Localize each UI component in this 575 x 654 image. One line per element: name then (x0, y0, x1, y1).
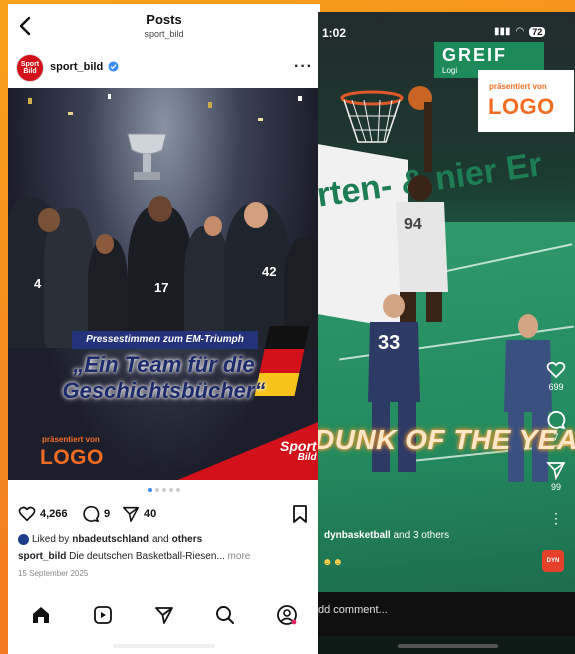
top-bar: Posts sport_bild (8, 4, 320, 48)
reel-liked-by: dynbasketball and 3 others (324, 530, 449, 541)
liked-by-and: and (151, 534, 169, 545)
post-username[interactable]: sport_bild (50, 61, 103, 73)
comment-icon (547, 411, 566, 430)
reel-like-count: 699 (548, 382, 564, 392)
player-head (244, 202, 268, 228)
defender-player (368, 294, 420, 472)
more-options-icon[interactable]: ··· (294, 58, 313, 76)
confetti (68, 112, 73, 115)
reel-liked-by-rest: and 3 others (393, 530, 450, 541)
bookmark-icon[interactable] (292, 505, 308, 523)
post-image[interactable]: 4 17 42 Pressestimmen zum EM-Triumph „Ei… (8, 88, 320, 480)
carousel-dot (155, 488, 159, 492)
confetti (258, 118, 263, 121)
liked-by-others[interactable]: others (172, 534, 203, 545)
player-head (204, 216, 222, 236)
send-icon (123, 506, 139, 522)
reel-share-button[interactable]: 99 (544, 460, 568, 492)
caption-text: Die deutschen Basketball-Riesen... (69, 551, 225, 562)
home-icon[interactable] (30, 604, 52, 626)
video-overlay-text: DUNK OF THE YEAR?! (318, 424, 575, 455)
jersey-number: 4 (34, 276, 42, 291)
instagram-post-screen: Posts sport_bild Sport Bild sport_bild ·… (8, 4, 320, 654)
send-icon[interactable] (153, 604, 175, 626)
send-icon (546, 462, 566, 480)
reel-comment-button[interactable]: 7 (544, 410, 568, 442)
reel-liked-by-user[interactable]: dynbasketball (324, 530, 391, 541)
confetti (28, 98, 32, 104)
jersey-number: 17 (154, 280, 169, 295)
bottom-tab-bar (8, 598, 320, 634)
confetti (298, 96, 302, 101)
player-head (148, 196, 172, 222)
liked-by: Liked by nbadeutschland and others (18, 534, 202, 545)
reel-video-screen[interactable]: rten- & nier Er GREIF Logi 1:02 ▮▮▮ ◠ 72… (318, 12, 575, 654)
presented-by-label: präsentiert von (489, 82, 547, 91)
status-time: 1:02 (322, 26, 347, 40)
liked-by-prefix: Liked by (32, 534, 70, 545)
image-headline: „Ein Team für die Geschichtsbücher“ (62, 352, 266, 403)
sport-bild-logo: Sport Bild (280, 438, 317, 464)
heart-icon (18, 506, 36, 522)
jersey-number: 33 (378, 332, 401, 354)
search-icon[interactable] (214, 604, 236, 626)
reel-like-button[interactable]: 699 (544, 360, 568, 392)
profile-icon[interactable] (276, 604, 298, 626)
jersey-number: 94 (404, 216, 422, 233)
comment-bar: dd comment... (318, 592, 575, 636)
battery-level: 72 (529, 26, 546, 37)
post-caption: sport_bild Die deutschen Basketball-Ries… (18, 551, 250, 562)
share-button[interactable]: 40 (122, 504, 156, 524)
emoji-reactions: ☻☻ (322, 557, 344, 568)
heart-icon (546, 361, 566, 379)
carousel-dot (176, 488, 180, 492)
carousel-dot (162, 488, 166, 492)
audio-avatar[interactable]: DYN (542, 550, 564, 572)
reel-comment-count: 7 (553, 432, 559, 442)
jersey-number: 42 (262, 264, 277, 279)
sport-logo-top: Sport (280, 438, 317, 454)
page-title: Posts (146, 12, 182, 27)
share-count: 40 (144, 508, 157, 520)
carousel-dot (148, 488, 152, 492)
comment-icon (83, 505, 100, 523)
carousel-indicator (8, 488, 320, 492)
home-indicator (398, 644, 498, 648)
player-head (38, 208, 60, 232)
home-indicator (113, 644, 215, 648)
more-options-icon[interactable]: ⋮ (544, 510, 568, 527)
sponsor-logo: LOGO (488, 94, 555, 119)
like-count: 4,266 (40, 508, 68, 520)
presented-by-label: präsentiert von (42, 435, 100, 444)
page-subtitle: sport_bild (144, 29, 184, 39)
comment-count: 9 (104, 508, 111, 520)
post-date: 15 September 2025 (18, 569, 89, 578)
trophy-icon (127, 133, 167, 180)
reels-icon[interactable] (92, 604, 114, 626)
player-head (96, 234, 114, 254)
comment-button[interactable]: 9 (82, 504, 110, 524)
image-banner: Pressestimmen zum EM-Triumph (72, 331, 258, 349)
avatar[interactable]: Sport Bild (16, 54, 44, 82)
confetti (208, 102, 212, 108)
comment-input[interactable]: dd comment... (318, 604, 388, 616)
player (128, 206, 192, 348)
wifi-icon: ◠ (515, 26, 525, 37)
like-button[interactable]: 4,266 (18, 504, 68, 524)
sponsor-card: präsentiert von LOGO (478, 70, 574, 132)
status-indicators: ▮▮▮ ◠ 72 (494, 26, 546, 37)
verified-badge-icon (108, 61, 119, 72)
liked-by-avatar (18, 534, 29, 545)
carousel-dot (169, 488, 173, 492)
liked-by-user[interactable]: nbadeutschland (72, 534, 149, 545)
signal-icon: ▮▮▮ (494, 26, 511, 37)
confetti (108, 94, 111, 99)
caption-more-link[interactable]: more (228, 551, 251, 562)
caption-username[interactable]: sport_bild (18, 551, 66, 562)
reel-share-count: 99 (550, 482, 561, 492)
post-actions: 4,266 9 40 (8, 502, 320, 526)
post-header: Sport Bild sport_bild ··· (8, 52, 320, 86)
arena-sign-text: GREIF (442, 45, 508, 65)
sponsor-logo: LOGO (40, 446, 104, 469)
